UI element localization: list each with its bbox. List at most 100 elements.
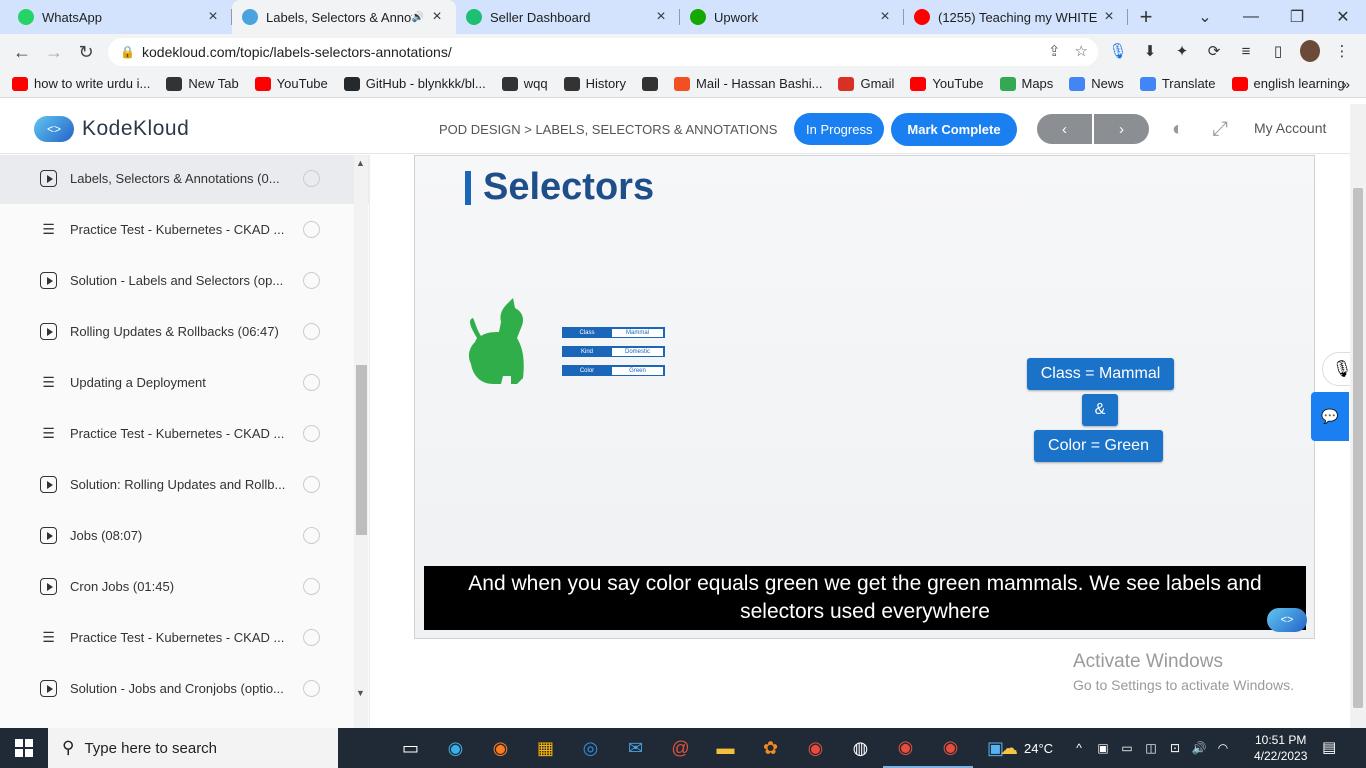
my-account-link[interactable]: My Account — [1254, 120, 1326, 136]
next-lesson-button[interactable]: › — [1094, 114, 1149, 144]
chat-widget-icon[interactable]: 💬 — [1311, 392, 1349, 441]
bookmark-item[interactable]: english learning — [1231, 76, 1345, 91]
start-button[interactable] — [0, 728, 48, 768]
sidebar-scroll-thumb[interactable] — [356, 365, 367, 535]
media-icon[interactable]: ≡ — [1236, 40, 1256, 62]
bookmark-item[interactable]: New Tab — [166, 76, 239, 91]
lesson-item[interactable]: ☰ Updating a Deployment — [0, 357, 369, 408]
camera-tray-icon[interactable]: ⊡ — [1163, 741, 1187, 755]
wifi-icon[interactable]: ◠ — [1211, 741, 1235, 755]
completion-circle-icon[interactable] — [303, 170, 320, 187]
download-extension-icon[interactable]: ⬇ — [1140, 40, 1160, 62]
bookmark-item[interactable] — [642, 76, 664, 91]
profile-avatar[interactable] — [1300, 40, 1320, 62]
completion-circle-icon[interactable] — [303, 221, 320, 238]
puzzle-icon[interactable]: ✦ — [1172, 40, 1192, 62]
bookmark-item[interactable]: YouTube — [254, 76, 328, 91]
completion-circle-icon[interactable] — [303, 629, 320, 646]
weather-widget[interactable]: ☁ 24°C — [1000, 738, 1053, 759]
kodekloud-logo[interactable]: <> KodeKloud — [34, 116, 189, 142]
file-explorer-icon[interactable]: ▬ — [703, 728, 748, 768]
edge-icon[interactable]: ◉ — [433, 728, 478, 768]
lesson-item[interactable]: ☰ Practice Test - Kubernetes - CKAD ... — [0, 612, 369, 663]
bookmark-item[interactable]: how to write urdu i... — [12, 76, 150, 91]
completion-circle-icon[interactable] — [303, 323, 320, 340]
sidepanel-icon[interactable]: ▯ — [1268, 40, 1288, 62]
audio-playing-icon[interactable]: 🔊 — [412, 12, 424, 23]
dark-mode-icon[interactable]: ◐ — [1172, 118, 1184, 141]
browser-tab[interactable]: Labels, Selectors & Annotations🔊 × — [232, 0, 456, 34]
bookmark-item[interactable]: wqq — [501, 76, 548, 91]
video-player[interactable]: Selectors Class Mammal Kind Domestic Color Gr… — [414, 155, 1315, 639]
previous-lesson-button[interactable]: ‹ — [1037, 114, 1092, 144]
browser-tab[interactable]: WhatsApp × — [8, 0, 232, 34]
sync-icon[interactable]: ⟳ — [1204, 40, 1224, 62]
bookmark-item[interactable]: YouTube — [910, 76, 984, 91]
mark-complete-button[interactable]: Mark Complete — [891, 113, 1017, 146]
in-progress-button[interactable]: In Progress — [794, 113, 885, 145]
clock[interactable]: 10:51 PM 4/22/2023 — [1254, 732, 1307, 764]
taskbar-search[interactable]: ⚲ Type here to search — [48, 728, 338, 768]
menu-icon[interactable]: ⋮ — [1332, 40, 1352, 62]
display-tray-icon[interactable]: ▭ — [1115, 741, 1139, 755]
browser-tab[interactable]: (1255) Teaching my WHITE fr × — [904, 0, 1128, 34]
close-tab-icon[interactable]: × — [652, 8, 670, 26]
settings-app-icon[interactable]: ✿ — [748, 728, 793, 768]
forward-button[interactable]: → — [38, 42, 70, 63]
lesson-item[interactable]: Labels, Selectors & Annotations (0... — [0, 155, 369, 204]
task-view-icon[interactable]: ▭ — [388, 728, 433, 768]
bookmark-item[interactable]: Gmail — [838, 76, 894, 91]
lesson-item[interactable]: Solution - Labels and Selectors (op... — [0, 255, 369, 306]
volume-icon[interactable]: 🔊 — [1187, 741, 1211, 755]
scroll-up-icon[interactable]: ▲ — [356, 158, 365, 168]
share-icon[interactable]: ⇪ — [1048, 42, 1061, 60]
fullscreen-icon[interactable]: ⤢ — [1212, 118, 1228, 141]
bookmark-item[interactable]: History — [563, 76, 626, 91]
close-window-icon[interactable]: ✕ — [1320, 7, 1366, 27]
close-tab-icon[interactable]: × — [428, 8, 446, 26]
more-bookmarks-icon[interactable]: » — [1342, 76, 1350, 92]
firefox-icon[interactable]: ◉ — [478, 728, 523, 768]
minimize-icon[interactable]: — — [1228, 8, 1274, 26]
chrome-profile-icon[interactable]: ◉ — [928, 728, 973, 768]
url-text[interactable]: kodekloud.com/topic/labels-selectors-ann… — [142, 44, 452, 60]
close-tab-icon[interactable]: × — [876, 8, 894, 26]
page-scrollbar[interactable] — [1350, 104, 1366, 728]
address-bar[interactable]: 🔒 kodekloud.com/topic/labels-selectors-a… — [108, 38, 1098, 66]
completion-circle-icon[interactable] — [303, 476, 320, 493]
lesson-item[interactable]: Jobs (08:07) — [0, 510, 369, 561]
bookmark-star-icon[interactable]: ☆ — [1075, 42, 1088, 60]
lesson-item[interactable]: Solution: Rolling Updates and Rollb... — [0, 459, 369, 510]
bookmark-item[interactable]: Maps — [999, 76, 1053, 91]
chrome-running-icon[interactable]: ◉ — [883, 728, 928, 768]
close-tab-icon[interactable]: × — [1100, 8, 1118, 26]
completion-circle-icon[interactable] — [303, 425, 320, 442]
browser-tab[interactable]: Seller Dashboard × — [456, 0, 680, 34]
bookmark-item[interactable]: GitHub - blynkkk/bl... — [343, 76, 486, 91]
completion-circle-icon[interactable] — [303, 374, 320, 391]
bookmark-item[interactable]: News — [1069, 76, 1124, 91]
lesson-item[interactable]: Cron Jobs (01:45) — [0, 561, 369, 612]
snail-app-icon[interactable]: @ — [658, 728, 703, 768]
completion-circle-icon[interactable] — [303, 578, 320, 595]
network-tray-icon[interactable]: ▣ — [1091, 741, 1115, 755]
page-scroll-thumb[interactable] — [1353, 188, 1363, 708]
mail-icon[interactable]: ✉ — [613, 728, 658, 768]
completion-circle-icon[interactable] — [303, 272, 320, 289]
lesson-item[interactable]: Rolling Updates & Rollbacks (06:47) — [0, 306, 369, 357]
lesson-item[interactable]: Solution - Jobs and Cronjobs (optio... — [0, 663, 369, 714]
completion-circle-icon[interactable] — [303, 680, 320, 697]
mic-extension-icon[interactable]: 🎙 — [1108, 40, 1128, 62]
bookmark-item[interactable]: Translate — [1139, 76, 1216, 91]
show-hidden-icon[interactable]: ^ — [1067, 741, 1091, 755]
camera-app-icon[interactable]: ◍ — [838, 728, 883, 768]
browser-tab[interactable]: Upwork × — [680, 0, 904, 34]
close-tab-icon[interactable]: × — [204, 8, 222, 26]
back-button[interactable]: ← — [6, 42, 38, 63]
restore-icon[interactable]: ❐ — [1274, 7, 1320, 27]
store-icon[interactable]: ▦ — [523, 728, 568, 768]
lesson-item[interactable]: ☰ Practice Test - Kubernetes - CKAD ... — [0, 204, 369, 255]
lesson-item[interactable]: ☰ Practice Test - Kubernetes - CKAD ... — [0, 408, 369, 459]
reload-button[interactable]: ↻ — [70, 42, 102, 63]
chrome-icon[interactable]: ◉ — [793, 728, 838, 768]
